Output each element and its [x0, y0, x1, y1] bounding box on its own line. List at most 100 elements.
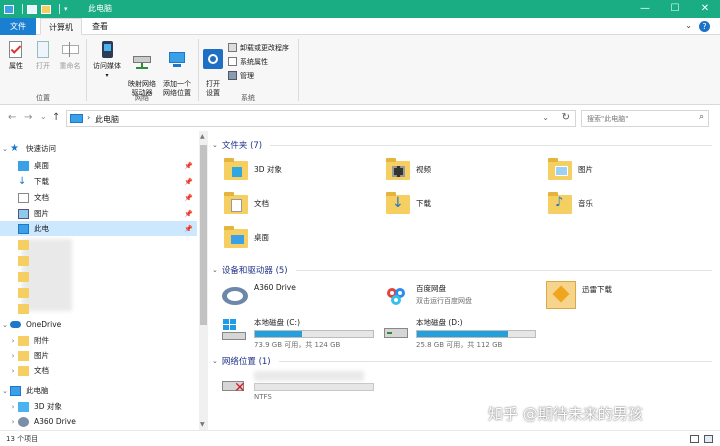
uninstall-button[interactable]: 卸载或更改程序 — [228, 42, 289, 53]
collapse-icon[interactable]: ⌄ — [0, 321, 10, 329]
nav-onedrive-pictures[interactable]: › 图片 — [0, 348, 197, 363]
system-properties-button[interactable]: 系统属性 — [228, 56, 268, 67]
device-baidu-netdisk[interactable]: 百度网盘 双击运行百度网盘 — [384, 283, 472, 307]
nav-quick-access[interactable]: ⌄ ★ 快速访问 — [0, 141, 197, 156]
scrollbar-thumb[interactable] — [200, 145, 207, 325]
close-button[interactable]: ✕ — [690, 0, 720, 18]
expand-icon[interactable]: › — [8, 352, 18, 360]
nav-this-pc-pinned[interactable]: 此电 📌 — [0, 221, 197, 236]
collapse-icon[interactable]: ⌄ — [0, 387, 10, 395]
scroll-up-icon[interactable]: ▲ — [200, 133, 205, 140]
properties-label: 属性 — [9, 62, 23, 70]
tab-computer[interactable]: 计算机 — [40, 18, 82, 35]
folder-downloads[interactable]: ↓ 下载 — [386, 191, 431, 215]
network-location-disconnected[interactable]: ✕ NTFS — [222, 371, 374, 401]
nav-scrollbar[interactable]: ▲ ▼ — [199, 131, 208, 430]
device-xunlei-download[interactable]: 迅雷下载 — [546, 281, 612, 309]
picture-icon — [548, 157, 572, 181]
group-header-network[interactable]: ⌄ 网络位置 (1) — [212, 355, 712, 367]
forward-button[interactable]: → — [24, 112, 32, 123]
nav-folder-blurred-5[interactable] — [0, 301, 197, 316]
scroll-down-icon[interactable]: ▼ — [200, 421, 205, 428]
pin-icon[interactable]: 📌 — [184, 162, 193, 170]
breadcrumb-this-pc[interactable]: 此电脑 — [95, 114, 119, 125]
document-icon — [18, 192, 29, 203]
open-button[interactable]: 打开 — [31, 40, 55, 71]
collapse-icon[interactable]: ⌄ — [212, 141, 218, 149]
nav-downloads[interactable]: ↓ 下载 📌 — [0, 174, 197, 189]
customize-toolbar-icon[interactable]: ▾ — [64, 5, 68, 13]
nav-onedrive[interactable]: ⌄ OneDrive — [0, 317, 197, 332]
rename-icon — [60, 40, 80, 60]
maximize-button[interactable]: ☐ — [660, 0, 690, 18]
nav-onedrive-documents[interactable]: › 文档 — [0, 363, 197, 378]
manage-button[interactable]: 管理 — [228, 70, 254, 81]
device-a360-drive[interactable]: A360 Drive — [222, 283, 296, 307]
nav-3d-objects[interactable]: › 3D 对象 — [0, 399, 197, 414]
refresh-icon[interactable]: ↻ — [562, 112, 570, 123]
network-drive-icon — [132, 49, 152, 69]
expand-icon[interactable]: › — [8, 367, 18, 375]
breadcrumb-separator[interactable]: › — [87, 113, 90, 122]
nav-documents[interactable]: 文档 📌 — [0, 190, 197, 205]
tab-file[interactable]: 文件 — [0, 18, 36, 35]
properties-icon — [6, 40, 26, 60]
document-icon — [224, 191, 248, 215]
search-input[interactable]: 搜索"此电脑" ⌕ — [581, 110, 709, 127]
nav-folder-blurred-3[interactable] — [0, 269, 197, 284]
nav-folder-blurred-1[interactable] — [0, 237, 197, 252]
3d-objects-icon — [18, 401, 29, 412]
nav-pictures[interactable]: 图片 📌 — [0, 206, 197, 221]
expand-icon[interactable]: › — [8, 337, 18, 345]
up-button[interactable]: ↑ — [52, 112, 60, 123]
collapse-icon[interactable]: ⌄ — [212, 357, 218, 365]
nav-folder-blurred-4[interactable] — [0, 285, 197, 300]
folder-videos[interactable]: 视频 — [386, 157, 431, 181]
folder-desktop[interactable]: 桌面 — [224, 225, 269, 249]
baidu-netdisk-icon — [384, 285, 410, 307]
download-icon: ↓ — [386, 191, 410, 215]
collapse-icon[interactable]: ⌄ — [0, 145, 10, 153]
expand-icon[interactable]: › — [8, 418, 18, 426]
recent-locations-button[interactable]: ⌄ — [40, 112, 47, 121]
folder-music[interactable]: ♪ 音乐 — [548, 191, 593, 215]
back-button[interactable]: ← — [8, 112, 16, 123]
rename-button[interactable]: 重命名 — [57, 40, 83, 71]
3d-objects-icon — [224, 157, 248, 181]
group-header-devices[interactable]: ⌄ 设备和驱动器 (5) — [212, 264, 712, 276]
address-bar[interactable]: › 此电脑 ⌄ ↻ — [66, 110, 576, 127]
access-media-button[interactable]: 访问媒体 ▾ — [90, 40, 124, 80]
group-header-folders[interactable]: ⌄ 文件夹 (7) — [212, 139, 712, 151]
properties-button[interactable]: 属性 — [4, 40, 28, 71]
pin-icon[interactable]: 📌 — [184, 194, 193, 202]
drive-d[interactable]: 本地磁盘 (D:) 25.8 GB 可用，共 112 GB — [384, 317, 536, 350]
drive-c[interactable]: 本地磁盘 (C:) 73.9 GB 可用，共 124 GB — [222, 317, 374, 350]
nav-a360-drive[interactable]: › A360 Drive — [0, 414, 197, 429]
pin-icon[interactable]: 📌 — [184, 225, 193, 233]
new-folder-icon[interactable] — [41, 4, 51, 14]
drive-d-usage-bar — [416, 330, 536, 338]
minimize-button[interactable]: — — [630, 0, 660, 18]
properties-icon[interactable] — [27, 4, 37, 14]
this-pc-icon — [10, 385, 21, 396]
expand-icon[interactable]: › — [8, 403, 18, 411]
details-view-icon[interactable] — [690, 435, 699, 443]
large-icons-view-icon[interactable] — [704, 435, 713, 443]
pin-icon[interactable]: 📌 — [184, 210, 193, 218]
nav-desktop[interactable]: 桌面 📌 — [0, 158, 197, 173]
folder-3d-objects[interactable]: 3D 对象 — [224, 157, 282, 181]
ribbon-collapse-icon[interactable]: ⌄ — [685, 21, 692, 30]
address-dropdown-icon[interactable]: ⌄ — [542, 113, 549, 122]
network-group-label: 网络 — [135, 94, 149, 102]
folder-pictures[interactable]: 图片 — [548, 157, 593, 181]
nav-onedrive-attachments[interactable]: › 附件 — [0, 333, 197, 348]
folder-icon — [18, 287, 29, 298]
help-icon[interactable]: ? — [699, 21, 710, 32]
nav-this-pc[interactable]: ⌄ 此电脑 — [0, 383, 197, 398]
nav-folder-blurred-2[interactable] — [0, 253, 197, 268]
tab-view[interactable]: 查看 — [84, 18, 116, 35]
picture-icon — [18, 208, 29, 219]
pin-icon[interactable]: 📌 — [184, 178, 193, 186]
folder-documents[interactable]: 文档 — [224, 191, 269, 215]
collapse-icon[interactable]: ⌄ — [212, 266, 218, 274]
